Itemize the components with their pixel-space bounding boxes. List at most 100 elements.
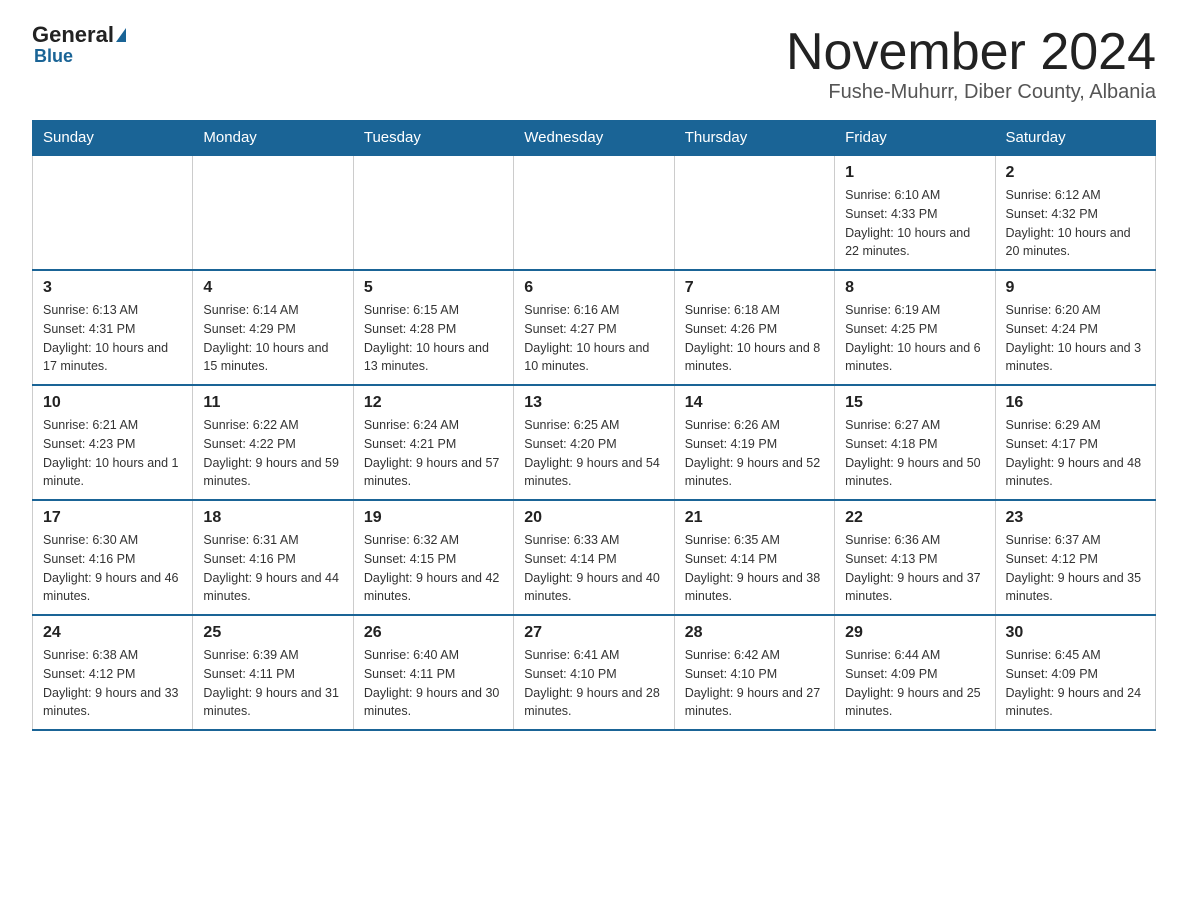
day-info: Sunrise: 6:33 AMSunset: 4:14 PMDaylight:… — [524, 531, 663, 606]
day-number: 21 — [685, 509, 824, 527]
logo-triangle-icon — [116, 28, 126, 42]
day-info: Sunrise: 6:31 AMSunset: 4:16 PMDaylight:… — [203, 531, 342, 606]
calendar-cell: 29 Sunrise: 6:44 AMSunset: 4:09 PMDayligh… — [835, 615, 995, 730]
day-number: 19 — [364, 509, 503, 527]
day-info: Sunrise: 6:12 AMSunset: 4:32 PMDaylight:… — [1006, 186, 1145, 261]
day-info: Sunrise: 6:14 AMSunset: 4:29 PMDaylight:… — [203, 301, 342, 376]
day-number: 16 — [1006, 394, 1145, 412]
logo-blue-text: Blue — [34, 46, 73, 67]
day-number: 5 — [364, 279, 503, 297]
calendar-cell — [674, 155, 834, 270]
day-info: Sunrise: 6:10 AMSunset: 4:33 PMDaylight:… — [845, 186, 984, 261]
day-number: 6 — [524, 279, 663, 297]
calendar-cell: 15Sunrise: 6:27 AMSunset: 4:18 PMDayligh… — [835, 385, 995, 500]
day-info: Sunrise: 6:20 AMSunset: 4:24 PMDaylight:… — [1006, 301, 1145, 376]
day-info: Sunrise: 6:22 AMSunset: 4:22 PMDaylight:… — [203, 416, 342, 491]
weekday-header-thursday: Thursday — [674, 121, 834, 156]
calendar-cell: 6 Sunrise: 6:16 AMSunset: 4:27 PMDaylight… — [514, 270, 674, 385]
calendar-cell: 14Sunrise: 6:26 AMSunset: 4:19 PMDayligh… — [674, 385, 834, 500]
title-block: November 2024 Fushe-Muhurr, Diber County… — [786, 24, 1156, 104]
calendar-cell: 9 Sunrise: 6:20 AMSunset: 4:24 PMDaylight… — [995, 270, 1155, 385]
calendar-cell — [33, 155, 193, 270]
day-number: 23 — [1006, 509, 1145, 527]
calendar-cell: 5 Sunrise: 6:15 AMSunset: 4:28 PMDaylight… — [353, 270, 513, 385]
calendar-cell: 2 Sunrise: 6:12 AMSunset: 4:32 PMDaylight… — [995, 155, 1155, 270]
calendar-cell: 16Sunrise: 6:29 AMSunset: 4:17 PMDayligh… — [995, 385, 1155, 500]
calendar-cell: 20 Sunrise: 6:33 AMSunset: 4:14 PMDayligh… — [514, 500, 674, 615]
calendar-cell: 7Sunrise: 6:18 AMSunset: 4:26 PMDaylight… — [674, 270, 834, 385]
day-number: 26 — [364, 624, 503, 642]
day-info: Sunrise: 6:37 AMSunset: 4:12 PMDaylight:… — [1006, 531, 1145, 606]
calendar-cell: 18 Sunrise: 6:31 AMSunset: 4:16 PMDayligh… — [193, 500, 353, 615]
calendar-cell: 27 Sunrise: 6:41 AMSunset: 4:10 PMDayligh… — [514, 615, 674, 730]
day-number: 4 — [203, 279, 342, 297]
calendar-cell: 17Sunrise: 6:30 AMSunset: 4:16 PMDayligh… — [33, 500, 193, 615]
weekday-header-friday: Friday — [835, 121, 995, 156]
day-info: Sunrise: 6:42 AMSunset: 4:10 PMDaylight:… — [685, 646, 824, 721]
day-info: Sunrise: 6:25 AMSunset: 4:20 PMDaylight:… — [524, 416, 663, 491]
day-info: Sunrise: 6:36 AMSunset: 4:13 PMDaylight:… — [845, 531, 984, 606]
day-number: 18 — [203, 509, 342, 527]
day-info: Sunrise: 6:16 AMSunset: 4:27 PMDaylight:… — [524, 301, 663, 376]
day-number: 20 — [524, 509, 663, 527]
logo-general-text: General — [32, 24, 114, 46]
day-info: Sunrise: 6:44 AMSunset: 4:09 PMDaylight:… — [845, 646, 984, 721]
day-info: Sunrise: 6:24 AMSunset: 4:21 PMDaylight:… — [364, 416, 503, 491]
day-number: 30 — [1006, 624, 1145, 642]
weekday-header-tuesday: Tuesday — [353, 121, 513, 156]
day-number: 8 — [845, 279, 984, 297]
calendar-week-3: 10Sunrise: 6:21 AMSunset: 4:23 PMDayligh… — [33, 385, 1156, 500]
day-number: 24 — [43, 624, 182, 642]
day-number: 9 — [1006, 279, 1145, 297]
calendar-cell: 24 Sunrise: 6:38 AMSunset: 4:12 PMDayligh… — [33, 615, 193, 730]
calendar-cell: 22 Sunrise: 6:36 AMSunset: 4:13 PMDayligh… — [835, 500, 995, 615]
calendar-cell: 11 Sunrise: 6:22 AMSunset: 4:22 PMDayligh… — [193, 385, 353, 500]
day-info: Sunrise: 6:13 AMSunset: 4:31 PMDaylight:… — [43, 301, 182, 376]
day-info: Sunrise: 6:19 AMSunset: 4:25 PMDaylight:… — [845, 301, 984, 376]
day-number: 15 — [845, 394, 984, 412]
calendar-table: SundayMondayTuesdayWednesdayThursdayFrid… — [32, 120, 1156, 731]
calendar-cell: 26 Sunrise: 6:40 AMSunset: 4:11 PMDayligh… — [353, 615, 513, 730]
day-info: Sunrise: 6:41 AMSunset: 4:10 PMDaylight:… — [524, 646, 663, 721]
calendar-cell: 25Sunrise: 6:39 AMSunset: 4:11 PMDayligh… — [193, 615, 353, 730]
calendar-week-2: 3 Sunrise: 6:13 AMSunset: 4:31 PMDaylight… — [33, 270, 1156, 385]
calendar-cell: 19 Sunrise: 6:32 AMSunset: 4:15 PMDayligh… — [353, 500, 513, 615]
day-info: Sunrise: 6:21 AMSunset: 4:23 PMDaylight:… — [43, 416, 182, 491]
month-title: November 2024 — [786, 24, 1156, 81]
calendar-cell: 21 Sunrise: 6:35 AMSunset: 4:14 PMDayligh… — [674, 500, 834, 615]
day-info: Sunrise: 6:40 AMSunset: 4:11 PMDaylight:… — [364, 646, 503, 721]
calendar-cell: 12 Sunrise: 6:24 AMSunset: 4:21 PMDayligh… — [353, 385, 513, 500]
calendar-cell: 28 Sunrise: 6:42 AMSunset: 4:10 PMDayligh… — [674, 615, 834, 730]
calendar-week-5: 24 Sunrise: 6:38 AMSunset: 4:12 PMDayligh… — [33, 615, 1156, 730]
calendar-cell — [514, 155, 674, 270]
weekday-header-sunday: Sunday — [33, 121, 193, 156]
day-info: Sunrise: 6:45 AMSunset: 4:09 PMDaylight:… — [1006, 646, 1145, 721]
day-number: 3 — [43, 279, 182, 297]
day-number: 11 — [203, 394, 342, 412]
calendar-cell: 4 Sunrise: 6:14 AMSunset: 4:29 PMDaylight… — [193, 270, 353, 385]
day-number: 27 — [524, 624, 663, 642]
day-info: Sunrise: 6:35 AMSunset: 4:14 PMDaylight:… — [685, 531, 824, 606]
day-number: 12 — [364, 394, 503, 412]
calendar-cell: 1Sunrise: 6:10 AMSunset: 4:33 PMDaylight… — [835, 155, 995, 270]
day-number: 28 — [685, 624, 824, 642]
calendar-week-1: 1Sunrise: 6:10 AMSunset: 4:33 PMDaylight… — [33, 155, 1156, 270]
day-info: Sunrise: 6:38 AMSunset: 4:12 PMDaylight:… — [43, 646, 182, 721]
day-info: Sunrise: 6:26 AMSunset: 4:19 PMDaylight:… — [685, 416, 824, 491]
logo: General Blue — [32, 24, 127, 67]
day-number: 29 — [845, 624, 984, 642]
calendar-cell: 13 Sunrise: 6:25 AMSunset: 4:20 PMDayligh… — [514, 385, 674, 500]
calendar-cell: 8 Sunrise: 6:19 AMSunset: 4:25 PMDaylight… — [835, 270, 995, 385]
day-info: Sunrise: 6:15 AMSunset: 4:28 PMDaylight:… — [364, 301, 503, 376]
calendar-cell: 10Sunrise: 6:21 AMSunset: 4:23 PMDayligh… — [33, 385, 193, 500]
day-info: Sunrise: 6:30 AMSunset: 4:16 PMDaylight:… — [43, 531, 182, 606]
day-info: Sunrise: 6:39 AMSunset: 4:11 PMDaylight:… — [203, 646, 342, 721]
day-number: 2 — [1006, 164, 1145, 182]
day-number: 13 — [524, 394, 663, 412]
calendar-week-4: 17Sunrise: 6:30 AMSunset: 4:16 PMDayligh… — [33, 500, 1156, 615]
day-info: Sunrise: 6:32 AMSunset: 4:15 PMDaylight:… — [364, 531, 503, 606]
location-title: Fushe-Muhurr, Diber County, Albania — [786, 81, 1156, 104]
weekday-header-saturday: Saturday — [995, 121, 1155, 156]
day-number: 22 — [845, 509, 984, 527]
day-info: Sunrise: 6:18 AMSunset: 4:26 PMDaylight:… — [685, 301, 824, 376]
